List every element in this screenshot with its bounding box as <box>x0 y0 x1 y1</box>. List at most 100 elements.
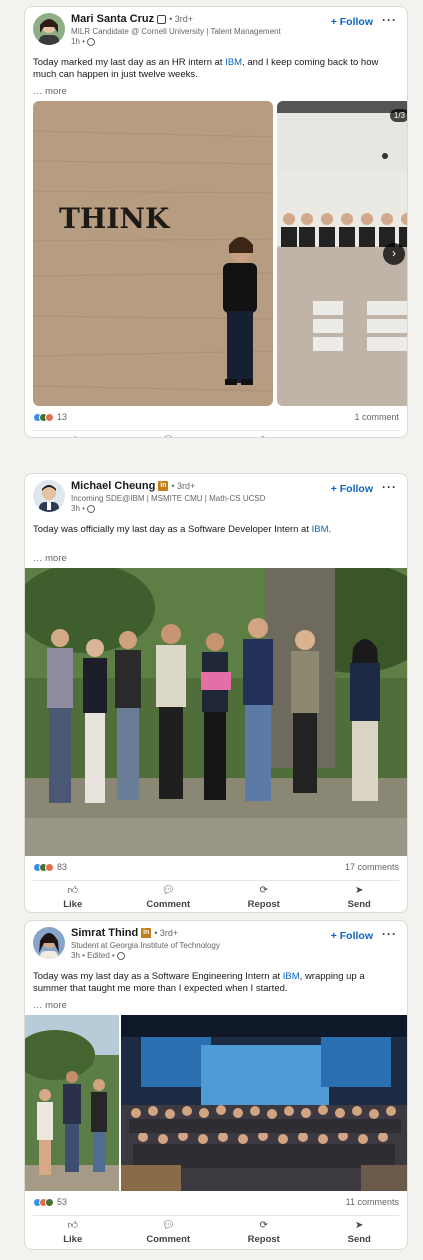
send-button[interactable]: ➤Send <box>312 881 408 912</box>
image-grid[interactable] <box>25 1015 407 1191</box>
feed: Mari Santa Cruz • 3rd+ MILR Candidate @ … <box>0 0 423 1260</box>
author-line: Mari Santa Cruz • 3rd+ <box>71 13 193 25</box>
author-name[interactable]: Mari Santa Cruz <box>71 13 154 25</box>
repost-button[interactable]: ⟳ Repost <box>216 1216 312 1249</box>
repost-button[interactable]: ⟳Repost <box>216 431 312 438</box>
globe-icon <box>86 37 95 46</box>
grid-image-2[interactable] <box>121 1015 407 1191</box>
reactions[interactable]: 53 <box>33 1197 67 1207</box>
avatar[interactable] <box>33 927 65 959</box>
thumbs-up-icon: 👍︎ <box>67 885 78 896</box>
comment-icon: 💬︎ <box>161 1220 175 1231</box>
send-button[interactable]: ➤ Send <box>312 1216 408 1249</box>
follow-button[interactable]: + Follow <box>331 16 373 28</box>
like-button[interactable]: 👍︎Like <box>25 881 121 912</box>
author-line: Michael Cheung in • 3rd+ <box>71 480 195 492</box>
post-text: Today was my last day as a Software Engi… <box>25 971 407 995</box>
see-more-link[interactable]: … more <box>25 1000 75 1011</box>
see-more-link[interactable]: … more <box>25 86 75 97</box>
grid-image-1[interactable] <box>25 1015 119 1191</box>
author-name[interactable]: Michael Cheung <box>71 480 155 492</box>
time-text: 1h • <box>71 37 85 46</box>
mention-link[interactable]: IBM <box>312 524 329 535</box>
send-icon: ➤ <box>355 885 364 896</box>
post-text-start: Today was my last day as a Software Engi… <box>33 971 283 982</box>
mention-link[interactable]: IBM <box>225 57 242 68</box>
connection-degree: • 3rd+ <box>169 14 194 24</box>
comment-button[interactable]: 💬︎ Comment <box>121 1216 217 1249</box>
thumbs-up-icon: 👍︎ <box>68 436 78 438</box>
connection-degree: • 3rd+ <box>171 481 196 491</box>
send-icon: ➤ <box>355 1220 364 1231</box>
avatar[interactable] <box>33 13 65 45</box>
more-options-icon[interactable]: ··· <box>382 927 397 941</box>
post-time: 3h • Edited • <box>71 951 125 960</box>
author-name[interactable]: Simrat Thind <box>71 927 138 939</box>
author-line: Simrat Thind in • 3rd+ <box>71 927 178 939</box>
comment-label: Comment <box>146 1234 191 1245</box>
reactions[interactable]: 13 <box>33 412 67 422</box>
image-carousel[interactable]: THINK 1/3 › <box>25 101 407 406</box>
celebrate-reaction-icon <box>45 1197 54 1207</box>
linkedin-premium-icon: in <box>141 928 152 938</box>
post-time: 1h • <box>71 37 95 46</box>
comment-icon: 💬︎ <box>162 436 175 438</box>
post-card: Michael Cheung in • 3rd+ Incoming SDE@IB… <box>24 473 408 913</box>
more-options-icon[interactable]: ··· <box>382 13 397 27</box>
like-button[interactable]: 👍︎Like <box>25 1216 121 1249</box>
comment-icon: 💬︎ <box>161 885 175 896</box>
image-counter: 1/3 <box>389 109 407 122</box>
think-wall-photo: THINK <box>33 101 273 406</box>
connection-degree: • 3rd+ <box>154 928 179 938</box>
outdoor-photo <box>25 1015 119 1191</box>
repost-button[interactable]: ⟳Repost <box>216 881 312 912</box>
follow-button[interactable]: + Follow <box>331 930 373 942</box>
comment-button[interactable]: 💬︎Comment <box>121 881 217 912</box>
see-more-link[interactable]: … more <box>25 553 75 564</box>
post-text-end: . <box>328 524 332 535</box>
reaction-count: 83 <box>57 862 68 872</box>
repost-icon: ⟳ <box>260 436 268 438</box>
repost-icon: ⟳ <box>259 1220 268 1231</box>
carousel-image-2[interactable]: 1/3 › <box>277 101 407 406</box>
repost-label: Repost <box>247 1234 280 1245</box>
comment-count[interactable]: 1 comment <box>354 412 399 422</box>
carousel-image-1[interactable]: THINK <box>33 101 273 406</box>
follow-button[interactable]: + Follow <box>331 483 373 495</box>
author-headline: Student at Georgia Institute of Technolo… <box>71 941 220 950</box>
reactions[interactable]: 83 <box>33 862 67 872</box>
post-text-start: Today was officially my last day as a So… <box>33 524 312 535</box>
repost-label: Repost <box>247 899 280 910</box>
post-image[interactable] <box>25 568 407 856</box>
post-card: Simrat Thind in • 3rd+ Student at Georgi… <box>24 920 408 1250</box>
comment-count[interactable]: 11 comments <box>346 1197 399 1207</box>
globe-icon <box>116 951 125 960</box>
post-card: Mari Santa Cruz • 3rd+ MILR Candidate @ … <box>24 6 408 438</box>
team-photo <box>25 568 407 856</box>
post-header: Michael Cheung in • 3rd+ Incoming SDE@IB… <box>25 474 407 516</box>
send-label: Send <box>347 1234 371 1245</box>
post-text: Today was officially my last day as a So… <box>25 524 407 548</box>
action-bar: 👍︎ Like 💬︎ Comment ⟳ Repost ➤ Send <box>25 1216 408 1249</box>
avatar[interactable] <box>33 480 65 512</box>
author-headline: Incoming SDE@IBM | MSMITE CMU | Math-CS … <box>71 494 266 503</box>
sign-text: THINK <box>59 202 171 235</box>
love-reaction-icon <box>45 862 54 872</box>
mention-link[interactable]: IBM <box>283 971 300 982</box>
more-options-icon[interactable]: ··· <box>382 480 397 494</box>
send-icon: ➤ <box>355 436 363 438</box>
time-text: 3h • Edited • <box>71 951 115 960</box>
post-time: 3h • <box>71 504 95 513</box>
comment-button[interactable]: 💬︎Comment <box>121 431 217 438</box>
like-button[interactable]: 👍︎Like <box>25 431 121 438</box>
globe-icon <box>86 504 95 513</box>
verified-icon <box>157 14 167 24</box>
send-button[interactable]: ➤Send <box>312 431 408 438</box>
comment-count[interactable]: 17 comments <box>345 862 399 872</box>
linkedin-premium-icon: in <box>158 481 169 491</box>
action-bar: 👍︎ Like 💬︎ Comment ⟳ Repost ➤ Send <box>25 881 408 912</box>
auditorium-group-photo <box>121 1015 407 1191</box>
post-text-start: Today marked my last day as an HR intern… <box>33 57 226 68</box>
social-counts: 53 11 comments <box>25 1191 407 1215</box>
chevron-right-icon[interactable]: › <box>383 243 405 265</box>
